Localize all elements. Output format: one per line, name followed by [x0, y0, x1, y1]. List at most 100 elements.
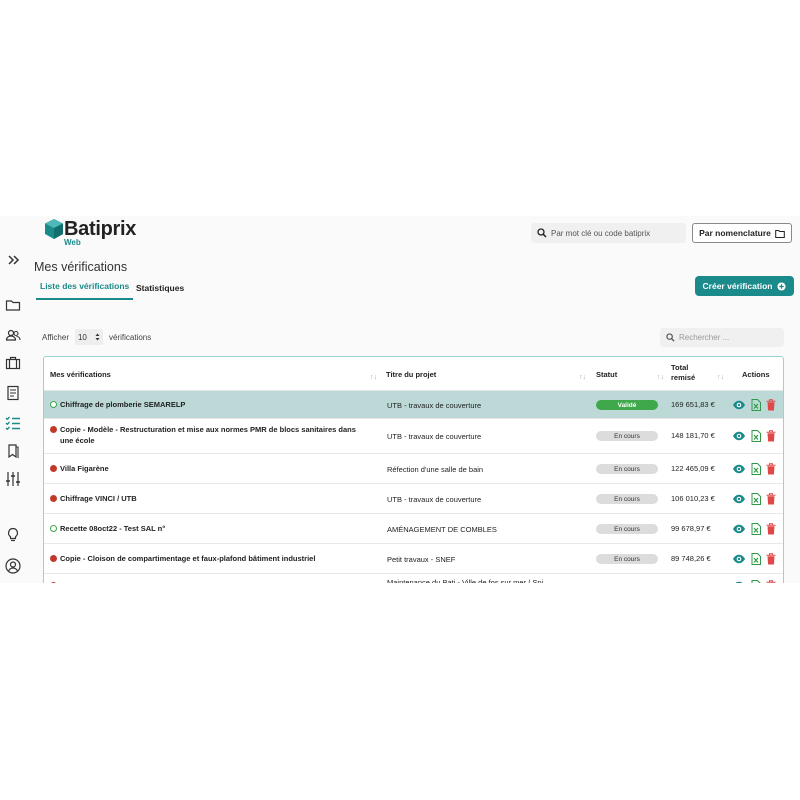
- search-input[interactable]: Par mot clé ou code batiprix: [531, 223, 686, 243]
- sliders-icon[interactable]: [4, 470, 22, 488]
- error-status-icon: [50, 582, 57, 583]
- total-value: 169 651,83 €: [671, 400, 715, 409]
- eye-icon[interactable]: [732, 494, 746, 504]
- verification-name[interactable]: Chiffrage VINCI / UTB: [50, 493, 368, 504]
- excel-icon[interactable]: [751, 430, 761, 442]
- project-title: UTB - travaux de couverture: [387, 401, 482, 410]
- excel-icon[interactable]: [751, 580, 761, 583]
- bookmarks-icon[interactable]: [4, 442, 22, 460]
- table-header: Mes vérifications ↑↓ Titre du projet ↑↓ …: [44, 357, 783, 391]
- select-arrows-icon: [95, 333, 100, 341]
- table-search-placeholder: Rechercher ...: [679, 333, 730, 342]
- excel-icon[interactable]: [751, 463, 761, 475]
- sort-icon[interactable]: ↑↓: [657, 374, 664, 381]
- eye-icon[interactable]: [732, 400, 746, 410]
- sort-icon[interactable]: ↑↓: [579, 374, 586, 381]
- checklist-icon[interactable]: [4, 414, 22, 432]
- page-size-value: 10: [77, 332, 87, 342]
- error-status-icon: [50, 426, 57, 433]
- table-row[interactable]: Recette 08oct22 - Test SAL n° AMÉNAGEMENT…: [44, 514, 783, 544]
- total-value: 89 748,26 €: [671, 554, 711, 563]
- brand-name: Batiprix: [64, 218, 137, 240]
- verification-name[interactable]: Villa Figarène: [50, 463, 368, 474]
- folder-icon[interactable]: [4, 296, 22, 314]
- total-value: 122 465,09 €: [671, 464, 715, 473]
- project-title: Réfection d'une salle de bain: [387, 465, 484, 474]
- project-title: Petit travaux - SNEF: [387, 555, 456, 564]
- status-badge: En cours: [596, 554, 658, 564]
- row-actions: [732, 553, 776, 565]
- excel-icon[interactable]: [751, 553, 761, 565]
- header-actions: Actions: [742, 370, 770, 379]
- trash-icon[interactable]: [766, 463, 776, 475]
- table-row[interactable]: Copie - Cloison de compartimentage et fa…: [44, 544, 783, 574]
- header-total-remise[interactable]: Total remisé: [671, 363, 703, 383]
- search-icon: [537, 228, 547, 238]
- total-value: 99 678,97 €: [671, 524, 711, 533]
- table-row[interactable]: Villa Figarène Réfection d'une salle de b…: [44, 454, 783, 484]
- eye-icon[interactable]: [732, 524, 746, 534]
- plus-circle-icon: [777, 281, 787, 291]
- eye-icon[interactable]: [732, 554, 746, 564]
- tab-statistiques[interactable]: Statistiques: [136, 283, 184, 293]
- create-verification-label: Créer vérification: [702, 281, 773, 291]
- sidebar-rail: [0, 216, 26, 583]
- excel-icon[interactable]: [751, 493, 761, 505]
- users-icon[interactable]: [4, 326, 22, 344]
- main-content: Batiprix Web Par mot clé ou code batipri…: [26, 216, 800, 583]
- header-titre-projet[interactable]: Titre du projet: [386, 370, 586, 379]
- nomenclature-button[interactable]: Par nomenclature: [692, 223, 792, 243]
- verification-name-text: Copie - Modèle - Restructuration et mise…: [60, 425, 356, 445]
- row-actions: [732, 399, 776, 411]
- trash-icon[interactable]: [766, 523, 776, 535]
- brand-logo[interactable]: Batiprix Web: [44, 218, 137, 247]
- header-mes-verifications[interactable]: Mes vérifications: [50, 370, 375, 379]
- eye-icon[interactable]: [732, 581, 746, 583]
- briefcase-icon[interactable]: [4, 354, 22, 372]
- trash-icon[interactable]: [766, 580, 776, 583]
- page-title: Mes vérifications: [34, 260, 128, 274]
- table-row[interactable]: Chiffrage de plomberie SEMARELP UTB - tra…: [44, 391, 783, 419]
- status-badge: En cours: [596, 494, 658, 504]
- trash-icon[interactable]: [766, 399, 776, 411]
- verification-name-text: Copie - Cloison de compartimentage et fa…: [60, 554, 316, 563]
- trash-icon[interactable]: [766, 553, 776, 565]
- search-icon: [666, 333, 675, 342]
- verification-name[interactable]: Copie - Modèle - Restructuration et mise…: [50, 424, 368, 446]
- sort-icon[interactable]: ↑↓: [717, 374, 724, 381]
- project-title: UTB - travaux de couverture: [387, 432, 482, 441]
- tab-liste-verifications[interactable]: Liste des vérifications: [35, 281, 134, 300]
- document-icon[interactable]: [4, 384, 22, 402]
- row-actions: [732, 493, 776, 505]
- verification-name[interactable]: Recette 08oct22 - Test SAL n°: [50, 523, 368, 534]
- header-statut[interactable]: Statut: [596, 370, 660, 379]
- eye-icon[interactable]: [732, 431, 746, 441]
- user-circle-icon[interactable]: [4, 557, 22, 575]
- error-status-icon: [50, 465, 57, 472]
- status-badge: En cours: [596, 431, 658, 441]
- table-row[interactable]: Chiffrage VINCI / UTB UTB - travaux de co…: [44, 484, 783, 514]
- brand-sub: Web: [64, 238, 81, 247]
- verification-name-text: Chiffrage VINCI / UTB: [60, 494, 137, 503]
- excel-icon[interactable]: [751, 399, 761, 411]
- eye-icon[interactable]: [732, 464, 746, 474]
- table-search-input[interactable]: Rechercher ...: [660, 328, 784, 347]
- logo-cube-icon: [45, 219, 63, 239]
- trash-icon[interactable]: [766, 430, 776, 442]
- verification-name[interactable]: [50, 580, 368, 583]
- verification-name-text: Recette 08oct22 - Test SAL n°: [60, 524, 166, 533]
- expand-sidebar-icon[interactable]: [4, 251, 22, 269]
- project-title: AMÉNAGEMENT DE COMBLES: [387, 525, 497, 534]
- error-status-icon: [50, 495, 57, 502]
- nomenclature-label: Par nomenclature: [699, 228, 771, 238]
- sort-icon[interactable]: ↑↓: [370, 374, 377, 381]
- excel-icon[interactable]: [751, 523, 761, 535]
- table-row[interactable]: Copie - Modèle - Restructuration et mise…: [44, 419, 783, 454]
- page-size-select[interactable]: 10: [74, 329, 103, 345]
- lightbulb-icon[interactable]: [4, 526, 22, 544]
- table-row[interactable]: Maintenance du Bati - Ville de fos sur m…: [44, 574, 783, 583]
- verification-name[interactable]: Copie - Cloison de compartimentage et fa…: [50, 553, 368, 564]
- trash-icon[interactable]: [766, 493, 776, 505]
- create-verification-button[interactable]: Créer vérification: [695, 276, 794, 296]
- verification-name[interactable]: Chiffrage de plomberie SEMARELP: [50, 399, 368, 410]
